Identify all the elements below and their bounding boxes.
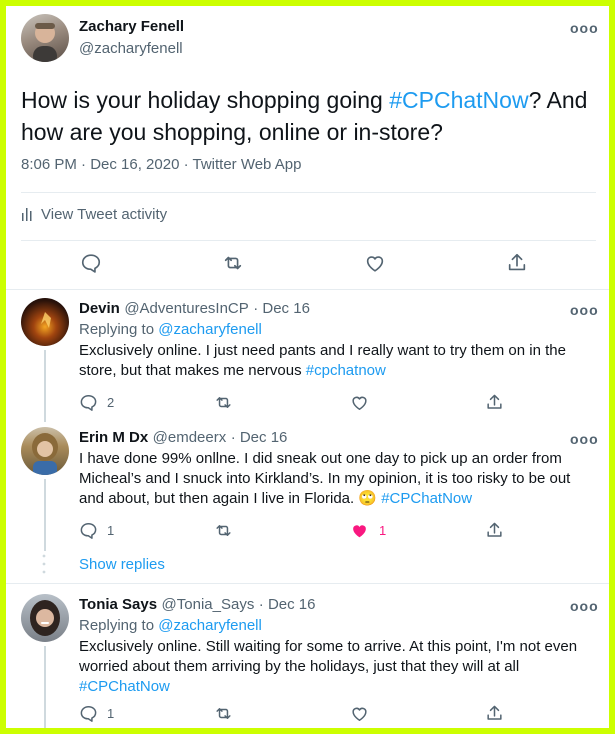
thread-line (44, 646, 46, 728)
replying-to-link[interactable]: @zacharyfenell (158, 617, 262, 634)
reply-icon[interactable] (79, 704, 98, 723)
avatar[interactable] (21, 594, 69, 642)
reply-icon[interactable] (80, 252, 102, 274)
divider (6, 583, 609, 584)
share-icon[interactable] (485, 393, 504, 412)
like-icon[interactable] (364, 252, 386, 274)
author-name[interactable]: Zachary Fenell (79, 18, 184, 35)
reply-date[interactable]: · Dec 16 (253, 300, 310, 317)
divider (21, 240, 596, 241)
reply-count: 1 (107, 706, 115, 721)
reply-count: 1 (107, 523, 115, 538)
reply-author-name[interactable]: Tonia Says (79, 596, 157, 613)
reply-text: Exclusively online. Still waiting for so… (79, 637, 594, 697)
activity-icon (21, 207, 35, 225)
thread-dots-icon (42, 553, 46, 575)
share-icon[interactable] (485, 704, 504, 723)
avatar[interactable] (21, 298, 69, 346)
more-options-icon[interactable]: ooo (570, 302, 599, 318)
liked-heart-icon[interactable] (350, 521, 369, 540)
hashtag-link[interactable]: #cpchatnow (306, 362, 386, 379)
reply-author-name[interactable]: Erin M Dx (79, 429, 148, 446)
reply-icon[interactable] (79, 521, 98, 540)
like-icon[interactable] (350, 393, 369, 412)
thread-line (44, 479, 46, 551)
reply-text-part: I have done 99% onllne. I did sneak out … (79, 450, 571, 507)
reply-date[interactable]: · Dec 16 (259, 596, 316, 613)
reply-header: Erin M Dx @emdeerx · Dec 16 (79, 429, 287, 447)
like-icon[interactable] (350, 704, 369, 723)
retweet-icon[interactable] (214, 393, 233, 412)
replying-to: Replying to @zacharyfenell (79, 320, 262, 340)
more-options-icon[interactable]: ooo (570, 20, 599, 36)
reply-header: Tonia Says @Tonia_Says · Dec 16 (79, 596, 315, 614)
retweet-icon[interactable] (222, 252, 244, 274)
hashtag-link[interactable]: #CPChatNow (79, 678, 170, 695)
emoji: 🙄 (358, 490, 378, 507)
replying-to-link[interactable]: @zacharyfenell (158, 321, 262, 338)
tweet-text: How is your holiday shopping going #CPCh… (21, 84, 596, 148)
replying-prefix: Replying to (79, 321, 159, 338)
reply-author-handle[interactable]: @emdeerx (153, 429, 227, 446)
show-replies-link[interactable]: Show replies (79, 556, 165, 573)
share-icon[interactable] (485, 521, 504, 540)
divider (6, 289, 609, 290)
replying-prefix: Replying to (79, 617, 159, 634)
reply-author-handle[interactable]: @Tonia_Says (162, 596, 255, 613)
avatar[interactable] (21, 14, 69, 62)
reply-text: Exclusively online. I just need pants an… (79, 341, 589, 381)
like-count: 1 (379, 523, 387, 538)
reply-author-handle[interactable]: @AdventuresInCP (124, 300, 248, 317)
share-icon[interactable] (506, 252, 528, 274)
tweet-timestamp[interactable]: 8:06 PM · Dec 16, 2020 · Twitter Web App (21, 156, 301, 173)
thread-line (44, 350, 46, 422)
author-handle[interactable]: @zacharyfenell (79, 40, 183, 57)
tweet-text-part: How is your holiday shopping going (21, 87, 390, 113)
divider (21, 192, 596, 193)
replying-to: Replying to @zacharyfenell (79, 616, 262, 636)
reply-author-name[interactable]: Devin (79, 300, 120, 317)
tweet-activity-link[interactable]: View Tweet activity (21, 206, 167, 225)
retweet-icon[interactable] (214, 521, 233, 540)
screenshot-frame: Zachary Fenell @zacharyfenell ooo How is… (0, 0, 615, 734)
avatar[interactable] (21, 427, 69, 475)
hashtag-link[interactable]: #CPChatNow (389, 87, 528, 113)
more-options-icon[interactable]: ooo (570, 431, 599, 447)
reply-count: 2 (107, 395, 115, 410)
reply-text: I have done 99% onllne. I did sneak out … (79, 449, 589, 509)
reply-header: Devin @AdventuresInCP · Dec 16 (79, 300, 310, 318)
retweet-icon[interactable] (214, 704, 233, 723)
reply-date[interactable]: · Dec 16 (231, 429, 288, 446)
reply-text-part: Exclusively online. Still waiting for so… (79, 638, 578, 675)
reply-icon[interactable] (79, 393, 98, 412)
more-options-icon[interactable]: ooo (570, 598, 599, 614)
hashtag-link[interactable]: #CPChatNow (381, 490, 472, 507)
activity-label: View Tweet activity (41, 206, 168, 223)
